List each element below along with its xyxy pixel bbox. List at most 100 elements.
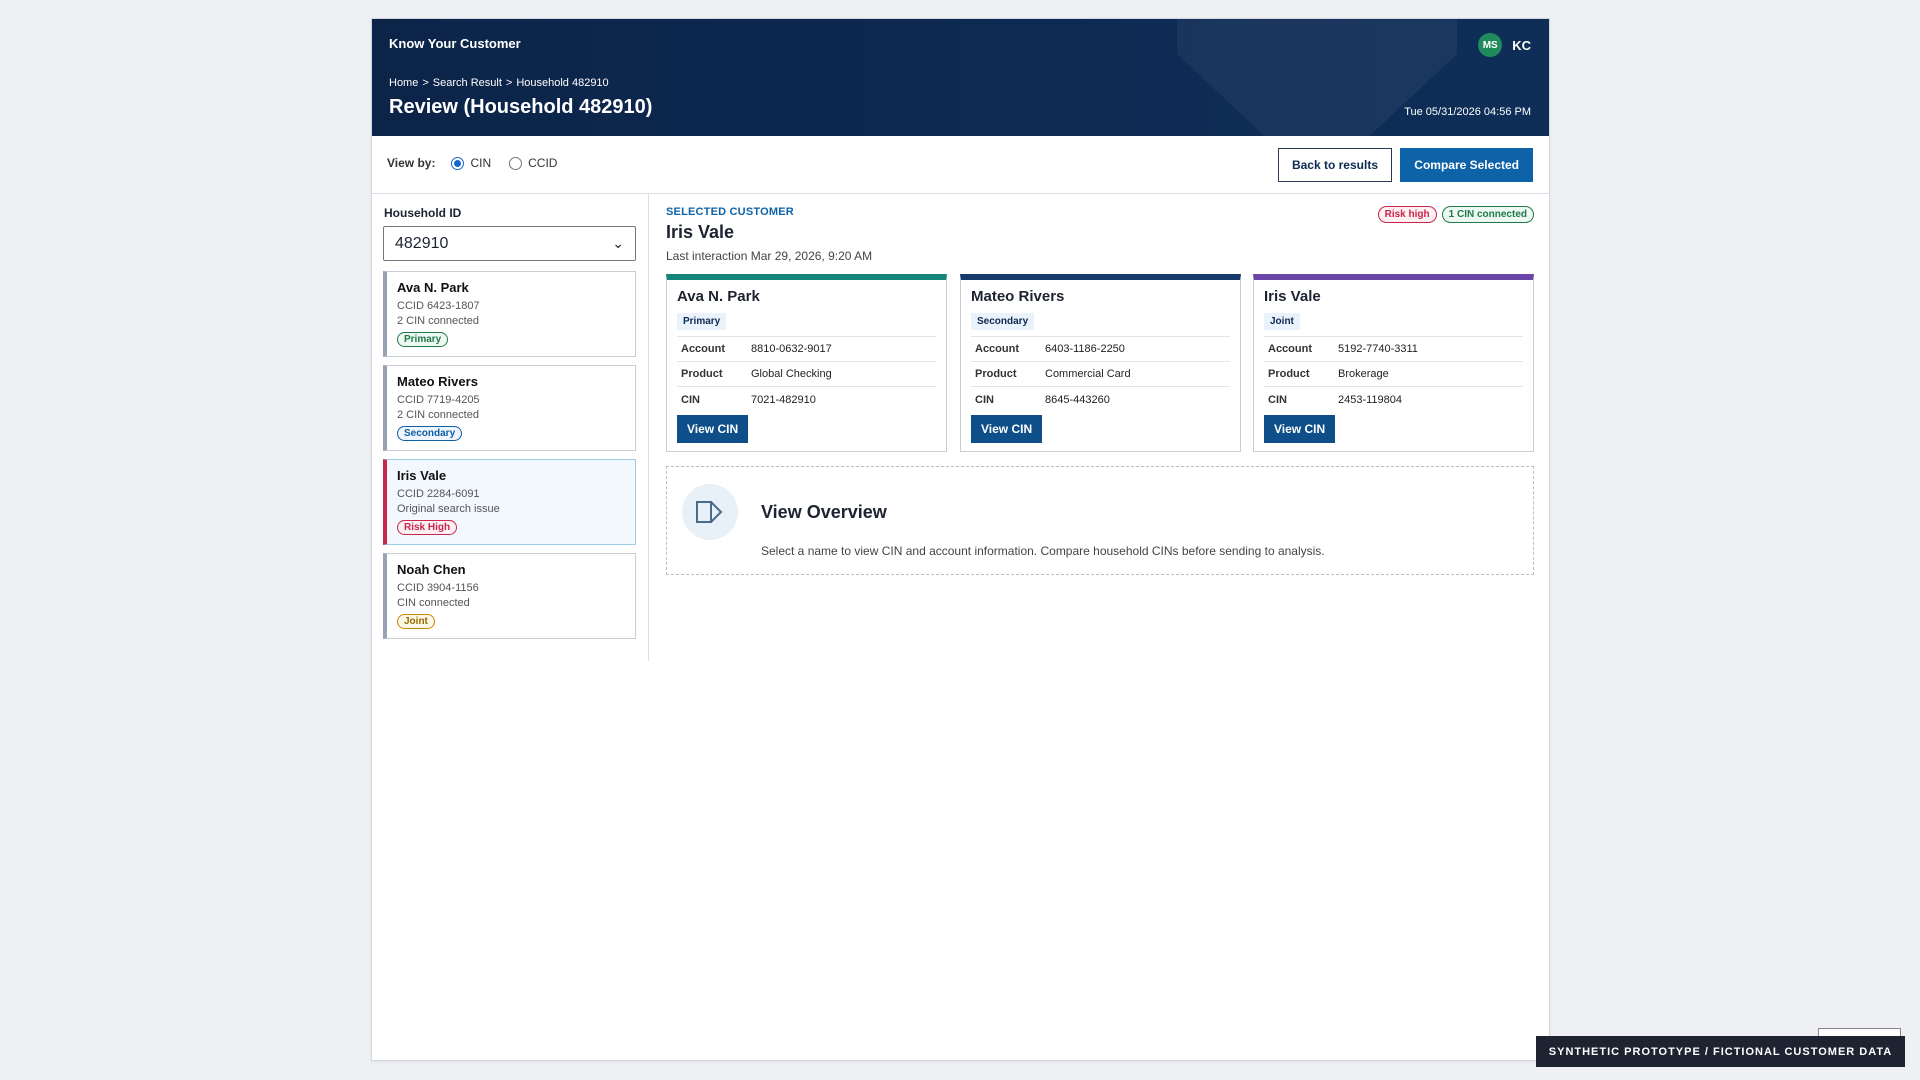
card-name: Iris Vale xyxy=(1264,288,1321,305)
detail-value: 8810-0632-9017 xyxy=(751,343,832,355)
account-card: Ava N. Park Primary Account 8810-0632-901… xyxy=(666,274,947,452)
person-name: Noah Chen xyxy=(397,562,466,577)
toolbar: View by: CIN CCID Back to results Compar… xyxy=(372,136,1549,194)
detail-row: Account 6403-1186-2250 xyxy=(971,337,1230,362)
detail-key: CIN xyxy=(681,393,700,406)
detail-value: 8645-443260 xyxy=(1045,393,1110,406)
radio-cin-label: CIN xyxy=(470,156,492,170)
detail-key: Product xyxy=(975,368,1017,380)
radio-ccid[interactable]: CCID xyxy=(509,156,557,170)
view-cin-button[interactable]: View CIN xyxy=(677,415,749,443)
person-tag: Primary xyxy=(397,332,449,347)
card-details: Account 6403-1186-2250 Product Commercial … xyxy=(971,336,1230,412)
card-role-tag: Secondary xyxy=(971,313,1035,330)
selected-customer-label: SELECTED CUSTOMER xyxy=(666,206,794,218)
person-tag: Secondary xyxy=(397,426,463,441)
detail-key: Account xyxy=(975,343,1019,355)
detail-row: Account 5192-7740-3311 xyxy=(1264,337,1523,362)
detail-value: 5192-7740-3311 xyxy=(1338,343,1418,355)
compare-selected-button[interactable]: Compare Selected xyxy=(1400,148,1533,182)
detail-key: CIN xyxy=(1268,393,1287,406)
detail-row: Account 8810-0632-9017 xyxy=(677,337,936,362)
person-tag: Joint xyxy=(397,614,435,629)
view-by-group: View by: CIN CCID xyxy=(387,156,575,170)
breadcrumb-home[interactable]: Home xyxy=(389,77,418,89)
person-note: Original search issue xyxy=(397,503,500,515)
synthetic-data-banner: SYNTHETIC PROTOTYPE / FICTIONAL CUSTOMER… xyxy=(1536,1036,1905,1067)
card-name: Ava N. Park xyxy=(677,288,760,305)
view-overview-panel: View Overview Select a name to view CIN … xyxy=(666,466,1534,575)
person-name: Iris Vale xyxy=(397,468,447,483)
person-tag: Risk High xyxy=(397,520,458,535)
radio-ccid-indicator[interactable] xyxy=(509,156,523,170)
current-datetime: Tue 05/31/2026 04:56 PM xyxy=(1404,106,1531,118)
card-role-tag: Primary xyxy=(677,313,727,330)
card-details: Account 5192-7740-3311 Product Brokerage C… xyxy=(1264,336,1523,412)
person-ccid: CCID 2284-6091 xyxy=(397,488,480,500)
household-id-label: Household ID xyxy=(384,206,462,220)
person-note: CIN connected xyxy=(397,597,470,609)
risk-badge: Risk high xyxy=(1377,206,1437,223)
user-initials[interactable]: KC xyxy=(1512,38,1531,53)
detail-key: Account xyxy=(681,343,725,355)
overview-text: Select a name to view CIN and account in… xyxy=(761,544,1325,558)
overview-arrow-icon xyxy=(682,484,738,540)
detail-row: CIN 8645-443260 xyxy=(971,387,1230,412)
person-ccid: CCID 6423-1807 xyxy=(397,300,480,312)
detail-value: 6403-1186-2250 xyxy=(1045,343,1125,355)
person-card-iris-vale[interactable]: Iris Vale CCID 2284-6091 Original search… xyxy=(383,459,636,545)
person-ccid: CCID 3904-1156 xyxy=(397,582,479,594)
person-ccid: CCID 7719-4205 xyxy=(397,394,480,406)
card-role-tag: Joint xyxy=(1264,313,1300,330)
detail-value: Global Checking xyxy=(751,368,832,380)
person-card-mateo-rivers[interactable]: Mateo Rivers CCID 7719-4205 2 CIN connec… xyxy=(383,365,636,451)
selected-customer-name: Iris Vale xyxy=(666,222,735,242)
avatar[interactable]: MS xyxy=(1478,33,1503,57)
status-badges: Risk high 1 CIN connected xyxy=(1377,206,1534,223)
kyc-app-window: Know Your Customer MS KC Home > Search R… xyxy=(371,18,1550,1061)
person-note: 2 CIN connected xyxy=(397,315,479,327)
last-interaction: Last interaction Mar 29, 2026, 9:20 AM xyxy=(666,249,873,263)
person-card-ava-park[interactable]: Ava N. Park CCID 6423-1807 2 CIN connect… xyxy=(383,271,636,357)
user-area: MS KC xyxy=(1478,33,1531,57)
account-card: Mateo Rivers Secondary Account 6403-1186-… xyxy=(960,274,1241,452)
header: Know Your Customer MS KC Home > Search R… xyxy=(372,19,1549,136)
cin-connected-badge: 1 CIN connected xyxy=(1441,206,1534,223)
detail-value: 2453-119804 xyxy=(1338,393,1403,406)
detail-key: Product xyxy=(681,368,723,380)
detail-key: CIN xyxy=(975,393,994,406)
page-title: Review (Household 482910) xyxy=(389,96,653,118)
detail-row: Product Global Checking xyxy=(677,362,936,387)
breadcrumb-search-result[interactable]: Search Result xyxy=(433,77,502,89)
breadcrumb-separator: > xyxy=(505,77,513,89)
person-card-noah-chen[interactable]: Noah Chen CCID 3904-1156 CIN connected J… xyxy=(383,553,636,639)
radio-cin[interactable]: CIN xyxy=(451,156,491,170)
breadcrumb-separator: > xyxy=(422,77,429,89)
back-to-results-button[interactable]: Back to results xyxy=(1277,148,1392,182)
overview-title: View Overview xyxy=(761,502,887,522)
card-name: Mateo Rivers xyxy=(971,288,1065,305)
header-decoration xyxy=(1177,19,1457,136)
person-note: 2 CIN connected xyxy=(397,409,479,421)
view-cin-button[interactable]: View CIN xyxy=(971,415,1043,443)
view-by-label: View by: xyxy=(387,156,436,170)
card-details: Account 8810-0632-9017 Product Global Chec… xyxy=(677,336,936,412)
detail-row: Product Commercial Card xyxy=(971,362,1230,387)
detail-value: Commercial Card xyxy=(1045,368,1131,380)
detail-value: 7021-482910 xyxy=(751,393,816,406)
household-id-select[interactable]: 482910 ⌄ xyxy=(383,226,636,261)
household-id-value: 482910 xyxy=(395,234,449,252)
app-title: Know Your Customer xyxy=(389,36,521,51)
detail-row: CIN 7021-482910 xyxy=(677,387,936,412)
radio-cin-indicator[interactable] xyxy=(451,156,465,170)
breadcrumb-household: Household 482910 xyxy=(516,77,609,89)
account-card: Iris Vale Joint Account 5192-7740-3311 Pr… xyxy=(1253,274,1534,452)
person-name: Ava N. Park xyxy=(397,280,469,295)
view-cin-button[interactable]: View CIN xyxy=(1264,415,1336,443)
overview-arrow-svg xyxy=(696,501,723,523)
person-name: Mateo Rivers xyxy=(397,374,478,389)
detail-key: Product xyxy=(1268,368,1310,380)
detail-row: Product Brokerage xyxy=(1264,362,1523,387)
radio-ccid-label: CCID xyxy=(528,156,558,170)
detail-row: CIN 2453-119804 xyxy=(1264,387,1523,412)
